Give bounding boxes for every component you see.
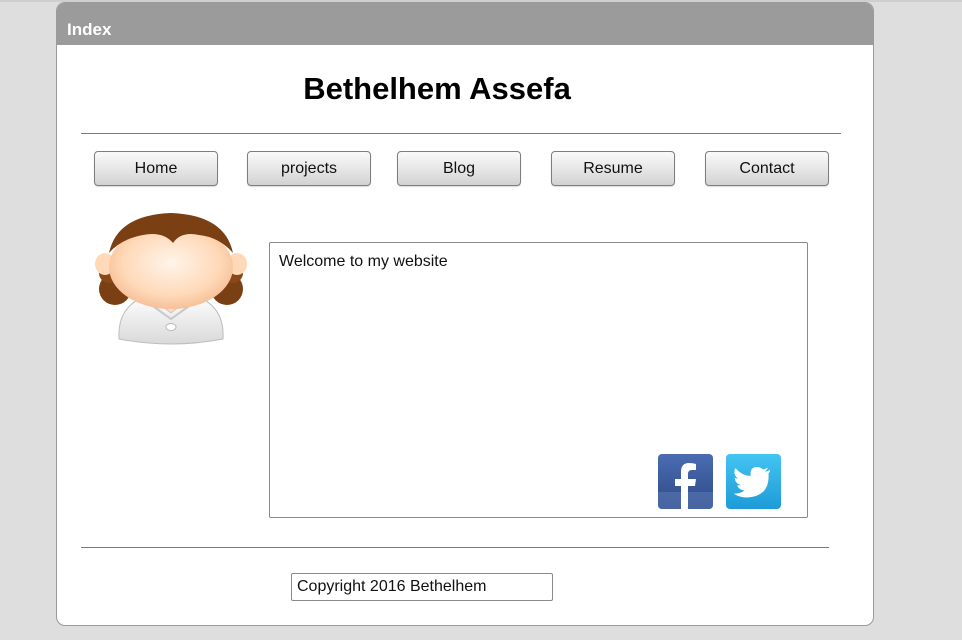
app-window: Index Bethelhem Assefa Home projects Blo… xyxy=(56,2,874,626)
welcome-text: Welcome to my website xyxy=(279,253,448,270)
nav-projects-button[interactable]: projects xyxy=(247,151,371,186)
facebook-icon[interactable] xyxy=(658,454,713,509)
footer-divider xyxy=(81,547,829,548)
page-title: Bethelhem Assefa xyxy=(303,71,571,106)
nav-contact-button[interactable]: Contact xyxy=(705,151,829,186)
main-nav: Home projects Blog Resume Contact xyxy=(94,151,834,187)
nav-home-button[interactable]: Home xyxy=(94,151,218,186)
nav-blog-button[interactable]: Blog xyxy=(397,151,521,186)
header-divider xyxy=(81,133,841,134)
twitter-icon[interactable] xyxy=(726,454,781,509)
female-avatar-icon xyxy=(93,209,249,345)
window-title: Index xyxy=(67,20,112,39)
footer-copyright-box: Copyright 2016 Bethelhem xyxy=(291,573,553,601)
content-panel: Welcome to my website xyxy=(269,242,808,518)
window-titlebar: Index xyxy=(57,3,873,45)
copyright-text: Copyright 2016 Bethelhem xyxy=(297,578,487,595)
nav-resume-button[interactable]: Resume xyxy=(551,151,675,186)
